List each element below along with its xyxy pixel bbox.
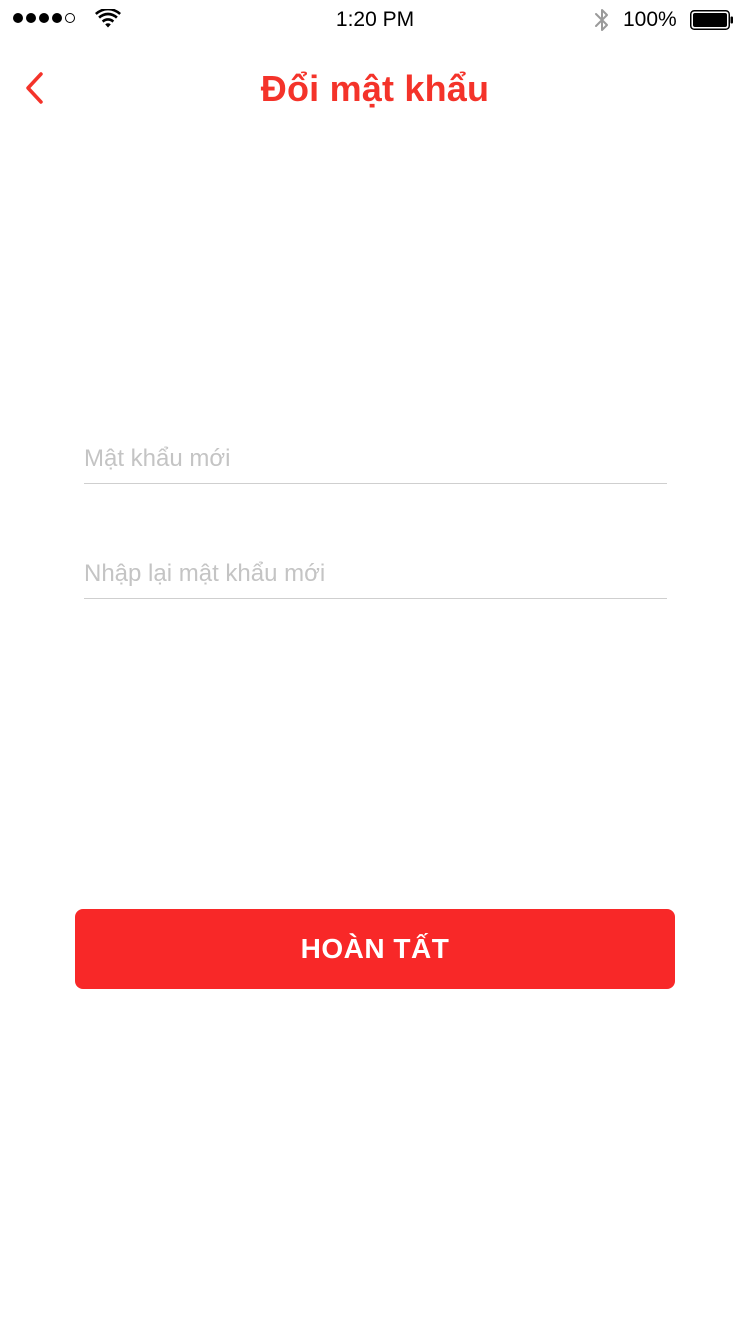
new-password-field-container [84, 434, 667, 484]
status-bar: 1:20 PM 100% [0, 0, 750, 40]
new-password-input[interactable] [84, 434, 667, 483]
confirm-password-input[interactable] [84, 549, 667, 598]
battery-percentage: 100% [623, 8, 677, 31]
page-title: Đổi mật khẩu [260, 68, 490, 109]
confirm-password-field-container [84, 549, 667, 599]
complete-button[interactable]: HOÀN TẤT [75, 909, 675, 989]
bluetooth-icon [595, 9, 608, 31]
battery-icon [690, 10, 733, 30]
